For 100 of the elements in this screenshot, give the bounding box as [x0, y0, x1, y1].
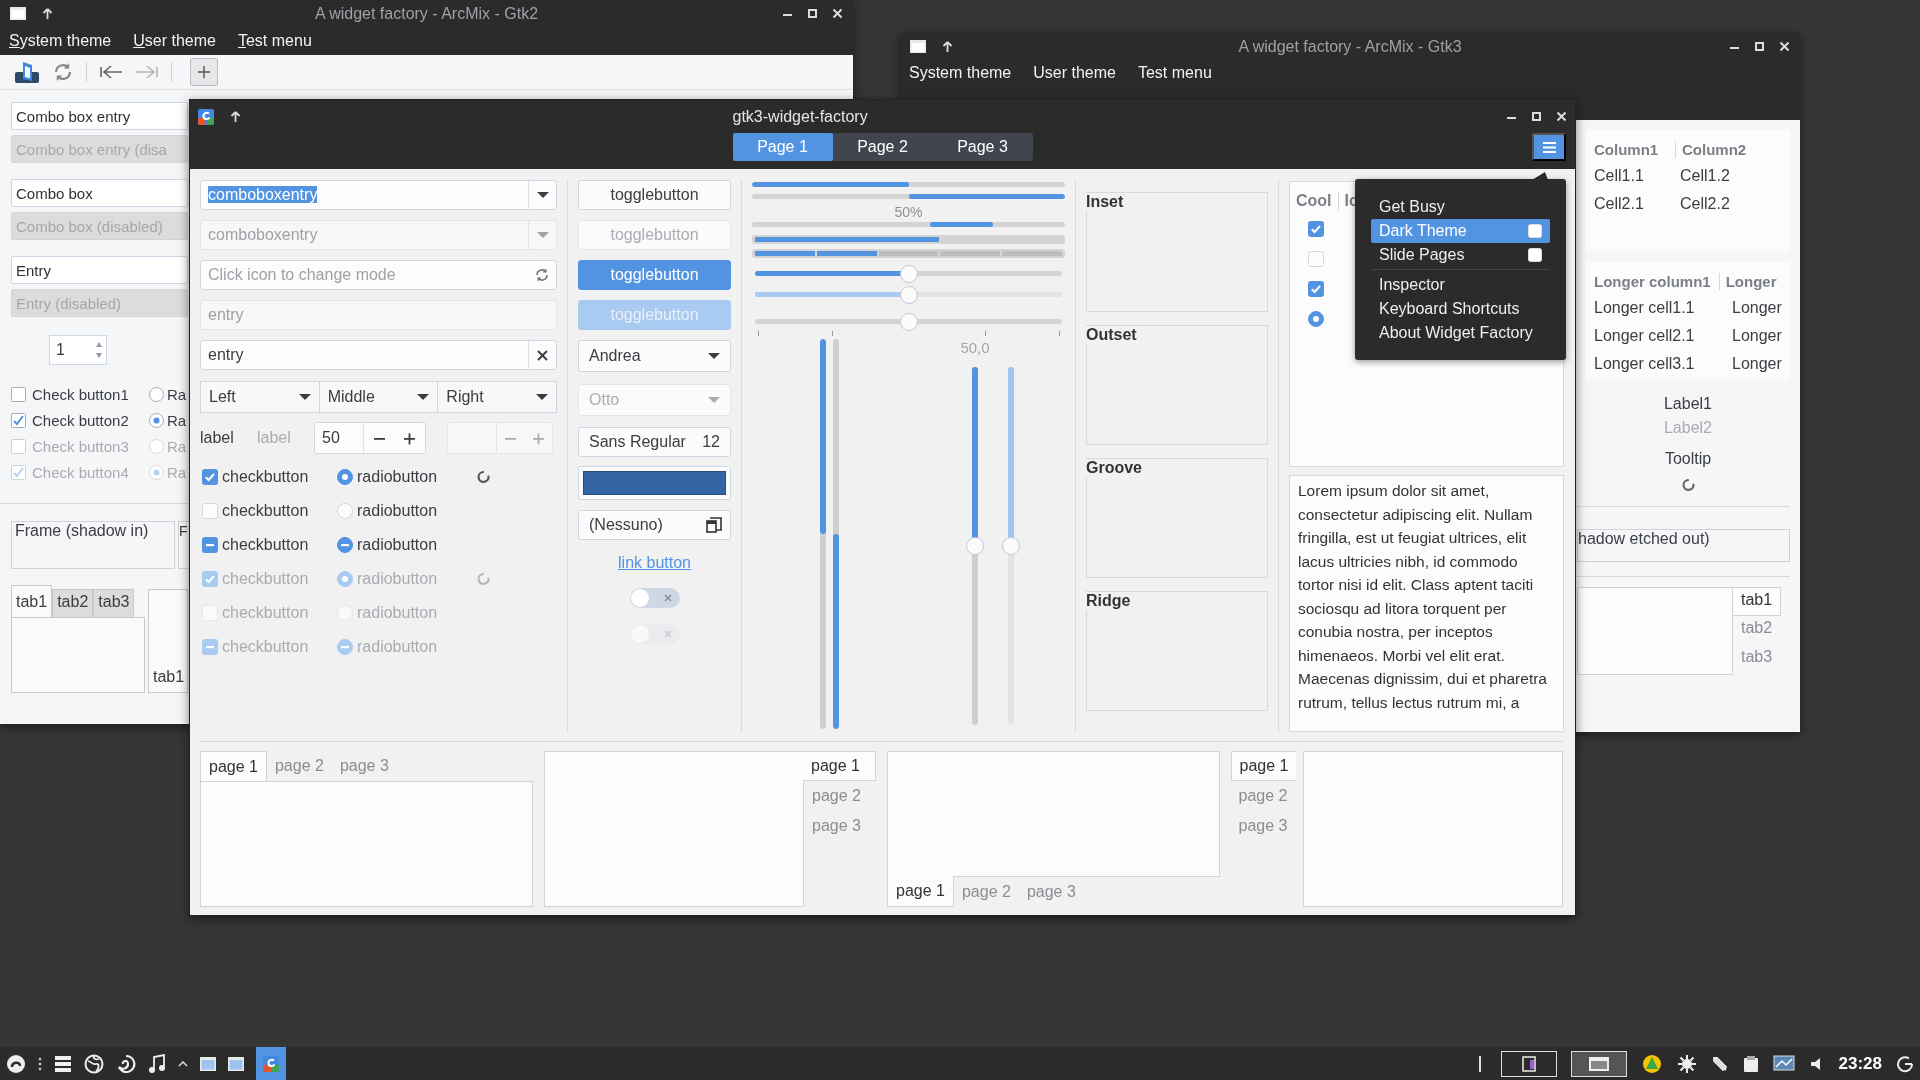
pen-icon[interactable]: [1710, 1054, 1729, 1073]
table-cell-text: Longer cell2.1: [1594, 327, 1696, 345]
refresh-icon[interactable]: [534, 267, 550, 283]
radio-button[interactable]: [149, 386, 164, 402]
combo-box[interactable]: Middle: [319, 381, 439, 413]
arrow-up-icon[interactable]: [230, 110, 241, 123]
plus-icon[interactable]: [403, 431, 417, 445]
book-icon[interactable]: [14, 60, 40, 84]
menu-item[interactable]: Test menu: [1137, 64, 1212, 82]
menu-item[interactable]: Inspector: [1371, 273, 1550, 297]
tab[interactable]: tab1: [153, 668, 185, 686]
clear-icon[interactable]: [536, 348, 549, 362]
table-cell-text: Longer cell1.1: [1594, 299, 1696, 317]
table-cell: Longer: [1732, 299, 1782, 317]
tab[interactable]: tab3: [93, 589, 135, 617]
radio-button[interactable]: [149, 412, 164, 428]
gear-icon[interactable]: [1676, 1053, 1697, 1074]
checkbox[interactable]: [11, 412, 26, 428]
menu-item[interactable]: Slide Pages: [1371, 243, 1550, 267]
tray-app-icon[interactable]: [1640, 1052, 1663, 1075]
menu-item[interactable]: Get Busy: [1371, 195, 1550, 219]
dropdown-arrow-icon[interactable]: [536, 192, 549, 198]
combo-text: Andrea: [589, 347, 641, 365]
menu-item[interactable]: User theme: [1033, 64, 1116, 82]
clock[interactable]: 23:28: [1838, 1053, 1882, 1074]
radio-button[interactable]: [1308, 311, 1324, 327]
column-header[interactable]: Column2: [1682, 140, 1755, 158]
music-note-icon[interactable]: [148, 1053, 166, 1074]
menu-item[interactable]: System theme: [9, 32, 112, 50]
window-icon[interactable]: [200, 1056, 216, 1071]
tab[interactable]: page 1: [1230, 751, 1297, 781]
menu-item[interactable]: System theme: [909, 64, 1012, 82]
close-icon[interactable]: [1556, 111, 1567, 122]
refresh-icon[interactable]: [52, 61, 74, 83]
column-header[interactable]: Longer: [1725, 272, 1785, 290]
maximize-icon[interactable]: [807, 8, 818, 19]
forward-icon[interactable]: [135, 64, 159, 80]
workspace-pager[interactable]: [1570, 1050, 1627, 1077]
maximize-icon[interactable]: [1531, 111, 1542, 122]
tab[interactable]: page 1: [803, 751, 876, 781]
slider[interactable]: [966, 367, 984, 725]
text-field[interactable]: Combo box: [11, 179, 188, 207]
close-icon[interactable]: [1779, 41, 1790, 52]
checkbox[interactable]: [202, 537, 218, 553]
taskbar-button[interactable]: [256, 1047, 286, 1080]
spin-field[interactable]: 1: [49, 335, 107, 365]
toggle-switch[interactable]: [629, 588, 680, 608]
menu-button[interactable]: [1532, 133, 1566, 161]
checkbox[interactable]: [202, 469, 218, 485]
column-header[interactable]: Longer column1: [1594, 272, 1720, 290]
frame-label: Ridge: [1086, 592, 1131, 610]
checkbox[interactable]: [1308, 281, 1324, 297]
tab[interactable]: page 1: [200, 751, 267, 782]
clipboard-icon[interactable]: [1742, 1054, 1759, 1073]
tab[interactable]: tab1: [11, 585, 53, 617]
page-tab[interactable]: Page 2: [832, 133, 933, 161]
combo-box[interactable]: Right: [438, 381, 557, 413]
drawers-icon[interactable]: [54, 1054, 72, 1073]
back-icon[interactable]: [99, 64, 123, 80]
entry-text: comboboxentry: [208, 186, 318, 203]
globe-icon[interactable]: [84, 1053, 104, 1074]
text-field[interactable]: Combo box entry: [11, 102, 188, 130]
column-header[interactable]: Cool: [1296, 192, 1339, 210]
spin-field[interactable]: 50: [314, 422, 426, 454]
close-icon[interactable]: [832, 8, 843, 19]
menu-item[interactable]: User theme: [133, 32, 216, 50]
maximize-icon[interactable]: [1754, 41, 1765, 52]
monitor-icon[interactable]: [1772, 1054, 1795, 1073]
toggle-button[interactable]: togglebutton: [578, 180, 731, 210]
combo-box[interactable]: Andrea: [578, 340, 731, 372]
menu-item[interactable]: Test menu: [237, 32, 312, 50]
menu-item-label: Keyboard Shortcuts: [1379, 300, 1520, 318]
combo-box[interactable]: Left: [200, 381, 320, 413]
power-icon[interactable]: [1896, 1054, 1914, 1073]
chevron-up-icon[interactable]: [178, 1060, 188, 1067]
page-tab[interactable]: Page 3: [932, 133, 1033, 161]
file-button[interactable]: (Nessuno): [578, 510, 731, 540]
checkbox[interactable]: [11, 386, 26, 402]
app-icon: [263, 1055, 279, 1072]
tab[interactable]: tab2: [52, 589, 94, 617]
column-header[interactable]: Column1: [1594, 140, 1676, 158]
tab[interactable]: tab1: [1733, 587, 1782, 616]
arrow-up-icon[interactable]: [942, 40, 953, 53]
window-icon[interactable]: [228, 1056, 244, 1071]
checkbox[interactable]: [1308, 221, 1324, 237]
menu-item[interactable]: About Widget Factory: [1371, 321, 1550, 345]
workspace-pager[interactable]: [1500, 1050, 1557, 1077]
radio-button[interactable]: [337, 469, 353, 485]
font-button[interactable]: Sans Regular 12: [578, 427, 731, 457]
swirl-icon[interactable]: [116, 1053, 136, 1074]
text-area[interactable]: Lorem ipsum dolor sit amet, consectetur adipiscing elit. Nullam fringilla, est ut feugiat ultrices, elit lacus ultricies nibh, id commodo tortor nisi id elit. Class aptent taciti sociosqu ad litora torquent per conubia nostra, per inceptos himenaeos. Morbi vel elit erat. Maecenas dignissim, dui et pharetra rutrum, tellus lectus rutrum mi, a: [1289, 475, 1564, 732]
text-field[interactable]: Entry: [11, 256, 188, 284]
add-button[interactable]: [190, 58, 218, 86]
text-field[interactable]: entry: [200, 340, 557, 370]
launcher-icon[interactable]: [6, 1053, 26, 1074]
arrow-up-icon[interactable]: [42, 7, 53, 20]
radio-button[interactable]: [337, 537, 353, 553]
window-icon: [910, 38, 926, 55]
tab[interactable]: page 1: [887, 876, 954, 907]
menu-item[interactable]: Keyboard Shortcuts: [1371, 297, 1550, 321]
